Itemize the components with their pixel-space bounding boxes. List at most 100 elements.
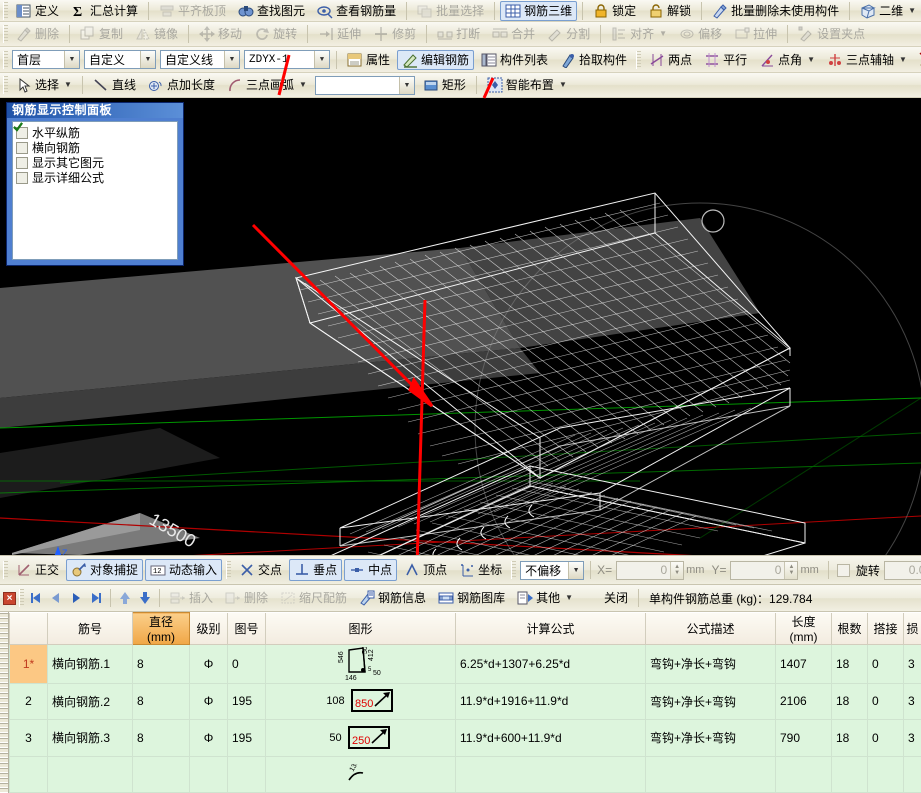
three-point-axis-button[interactable]: 三点辅轴▼ [822,50,912,70]
cell-formula[interactable]: 11.9*d+600+11.9*d [456,720,646,756]
column-header-length[interactable]: 长度 (mm) [776,613,832,645]
checkbox[interactable] [16,157,28,169]
next-record-button[interactable] [66,588,86,608]
cell-count[interactable]: 18 [832,683,868,719]
column-header-rownum[interactable] [10,613,48,645]
rebar-table[interactable]: 筋号直径 (mm)级别图号图形计算公式公式描述长度 (mm)根数搭接损 1*横向… [9,612,921,793]
cell-length[interactable] [776,756,832,792]
toolbar-grip[interactable] [636,51,641,69]
cell-formula[interactable] [456,756,646,792]
cell-figure-number[interactable]: 195 [228,683,266,719]
rectangle-button[interactable]: 矩形 [418,75,471,95]
rebar-3d-button[interactable]: 钢筋三维 [500,1,577,21]
category-combo[interactable]: 自定义 ▼ [84,50,156,69]
cell-name[interactable]: 横向钢筋.2 [48,683,133,719]
cell-diameter[interactable]: 8 [133,720,190,756]
cell-loss[interactable]: 3 [904,720,921,756]
snap-mode-button[interactable]: 正交 [11,559,64,581]
cell-length[interactable]: 1407 [776,645,832,684]
chevron-down-icon[interactable]: ▼ [140,51,155,68]
arc-style-combo[interactable]: ▼ [315,76,415,95]
snap-mode-button[interactable]: 12动态输入 [145,559,222,581]
snap-point-button[interactable]: 坐标 [454,559,507,581]
cell-shape[interactable]: 136 [266,756,456,792]
cell-count[interactable]: 18 [832,645,868,684]
column-header-grade[interactable]: 级别 [190,613,228,645]
cell-diameter[interactable]: 8 [133,645,190,684]
rebar-info-button[interactable]: 钢筋信息 [354,588,431,608]
snap-point-button[interactable]: 顶点 [399,559,452,581]
toolbar-grip[interactable] [226,561,231,579]
move-up-button[interactable] [115,588,135,608]
line-button[interactable]: 直线 [88,75,141,95]
cell-diameter[interactable]: 8 [133,683,190,719]
cell-length[interactable]: 2106 [776,683,832,719]
pick-component-button[interactable]: 拾取构件 [555,50,632,70]
cell-shape[interactable]: 50250 [266,720,456,756]
cell-length[interactable]: 790 [776,720,832,756]
smart-layout-button[interactable]: 智能布置▼ [482,75,572,95]
view-rebar-qty-button[interactable]: 查看钢筋量 [312,1,401,21]
toolbar-grip[interactable] [511,561,516,579]
snap-point-button[interactable]: 垂点 [289,559,342,581]
column-header-count[interactable]: 根数 [832,613,868,645]
sigma-button[interactable]: Σ汇总计算 [66,1,143,21]
point-angle-button[interactable]: 点角▼ [754,50,820,70]
cell-figure-number[interactable]: 195 [228,720,266,756]
cell-grade[interactable]: Φ [190,720,228,756]
cell-description[interactable]: 弯钩+净长+弯钩 [646,720,776,756]
panel-option-row[interactable]: 显示其它图元 [16,155,177,170]
cell-lap[interactable]: 0 [868,645,904,684]
subcategory-combo[interactable]: 自定义线 ▼ [160,50,240,69]
binoculars-button[interactable]: 查找图元 [233,1,310,21]
chevron-down-icon[interactable]: ▼ [908,2,916,20]
cell-grade[interactable] [190,756,228,792]
toolbar-grip[interactable] [3,51,8,69]
panel-option-row[interactable]: 水平纵筋 [16,125,177,140]
cell-formula[interactable]: 11.9*d+1916+11.9*d [456,683,646,719]
cell-description[interactable]: 弯钩+净长+弯钩 [646,683,776,719]
chevron-down-icon[interactable]: ▼ [314,51,329,68]
table-row[interactable]: 3 横向钢筋.38Φ1955025011.9*d+600+11.9*d弯钩+净长+… [10,720,921,756]
column-header-lap[interactable]: 搭接 [868,613,904,645]
table-row[interactable]: 136 [10,756,921,792]
column-header-loss[interactable]: 损 [904,613,921,645]
snap-point-button[interactable]: 交点 [234,559,287,581]
cell-loss[interactable] [904,756,921,792]
toolbar-grip[interactable] [3,76,8,94]
close-icon[interactable]: × [3,592,16,605]
column-header-diameter[interactable]: 直径 (mm) [133,613,190,645]
column-header-desc[interactable]: 公式描述 [646,613,776,645]
cell-name[interactable] [48,756,133,792]
cell-shape[interactable]: 108850 [266,683,456,719]
last-record-button[interactable] [86,588,106,608]
cell-description[interactable]: 弯钩+净长+弯钩 [646,645,776,684]
column-header-formula[interactable]: 计算公式 [456,613,646,645]
chevron-down-icon[interactable]: ▼ [559,76,567,94]
cell-description[interactable] [646,756,776,792]
cell-count[interactable] [832,756,868,792]
cell-grade[interactable]: Φ [190,645,228,684]
parallel-button[interactable]: 平行 [699,50,752,70]
property-button[interactable]: 属性 [342,50,395,70]
rebar-library-button[interactable]: 钢筋图库 [433,588,510,608]
panel-option-row[interactable]: 显示详细公式 [16,170,177,185]
two-point-button[interactable]: 两点 [644,50,697,70]
other-button[interactable]: 其他▼ [512,588,578,608]
table-row[interactable]: 2横向钢筋.28Φ19510885011.9*d+1916+11.9*d弯钩+净… [10,683,921,719]
rotate-checkbox[interactable] [837,564,850,577]
chevron-down-icon[interactable]: ▼ [299,76,307,94]
panel-option-list[interactable]: 水平纵筋横向钢筋显示其它图元显示详细公式 [12,121,178,260]
move-down-button[interactable] [135,588,155,608]
rebar-data-grid[interactable]: 筋号直径 (mm)级别图号图形计算公式公式描述长度 (mm)根数搭接损 1*横向… [0,612,921,793]
close-panel-button[interactable]: 关闭 [580,588,633,608]
x-input[interactable]: 0 ▲▼ [616,561,684,580]
first-record-button[interactable] [26,588,46,608]
floor-combo[interactable]: 首层 ▼ [12,50,80,69]
panel-option-row[interactable]: 横向钢筋 [16,140,177,155]
cursor-button[interactable]: 选择▼ [11,75,77,95]
unlock-button[interactable]: 解锁 [643,1,696,21]
cell-name[interactable]: 横向钢筋.3 [48,720,133,756]
rotate-input[interactable]: 0.000 ▲▼ [884,561,921,580]
checkbox[interactable] [16,172,28,184]
